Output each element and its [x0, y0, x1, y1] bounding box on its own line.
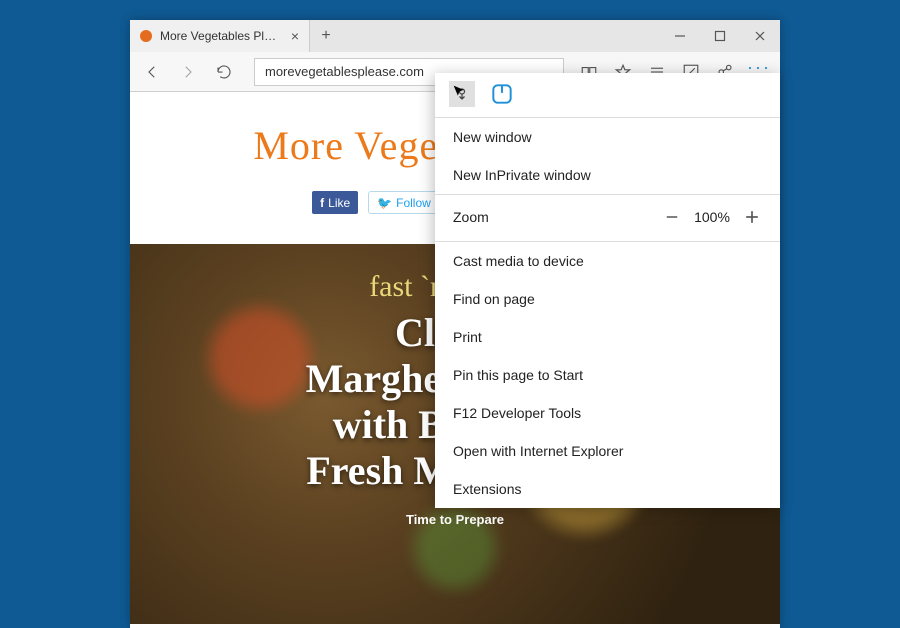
back-button[interactable]	[136, 56, 168, 88]
title-bar: More Vegetables Please × +	[130, 20, 780, 52]
touch-mode-icon[interactable]	[449, 81, 475, 107]
hero-subtitle: Time to Prepare	[406, 512, 504, 527]
menu-print[interactable]: Print	[435, 318, 780, 356]
menu-devtools[interactable]: F12 Developer Tools	[435, 394, 780, 432]
zoom-value: 100%	[686, 209, 738, 225]
twitter-follow-label: Follow	[396, 196, 431, 210]
zoom-label: Zoom	[453, 209, 489, 225]
close-tab-button[interactable]: ×	[291, 28, 299, 44]
facebook-like-label: Like	[328, 196, 350, 210]
menu-find[interactable]: Find on page	[435, 280, 780, 318]
menu-open-ie[interactable]: Open with Internet Explorer	[435, 432, 780, 470]
browser-tab[interactable]: More Vegetables Please ×	[130, 20, 310, 52]
maximize-button[interactable]	[700, 20, 740, 52]
forward-button[interactable]	[172, 56, 204, 88]
menu-extensions[interactable]: Extensions	[435, 470, 780, 508]
facebook-icon: f	[320, 196, 324, 210]
menu-new-window[interactable]: New window	[435, 118, 780, 156]
mouse-mode-icon[interactable]	[489, 81, 515, 107]
menu-pin[interactable]: Pin this page to Start	[435, 356, 780, 394]
minimize-button[interactable]	[660, 20, 700, 52]
new-tab-button[interactable]: +	[310, 20, 342, 52]
menu-cast[interactable]: Cast media to device	[435, 242, 780, 280]
tab-title: More Vegetables Please	[160, 29, 281, 43]
settings-menu: New window New InPrivate window Zoom 100…	[435, 73, 780, 508]
twitter-follow-button[interactable]: 🐦 Follow	[368, 191, 440, 214]
menu-new-inprivate[interactable]: New InPrivate window	[435, 156, 780, 194]
twitter-icon: 🐦	[377, 196, 392, 210]
menu-icon-row	[435, 73, 780, 117]
favicon-icon	[140, 30, 152, 42]
zoom-in-button[interactable]	[738, 203, 766, 231]
zoom-out-button[interactable]	[658, 203, 686, 231]
refresh-button[interactable]	[208, 56, 240, 88]
close-window-button[interactable]	[740, 20, 780, 52]
menu-zoom-row: Zoom 100%	[435, 195, 780, 241]
facebook-like-button[interactable]: f Like	[312, 191, 358, 214]
